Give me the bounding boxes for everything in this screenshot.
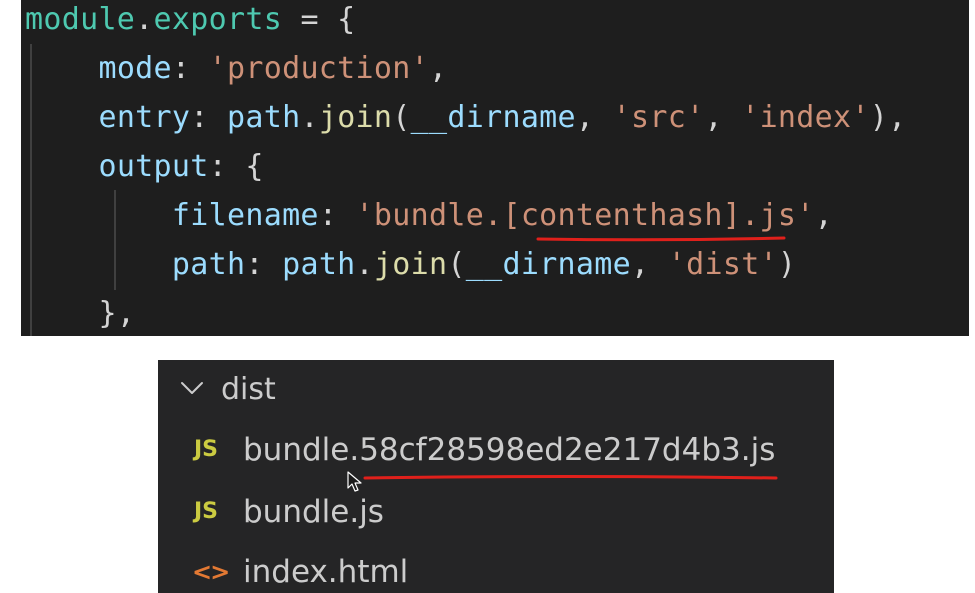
html-file-icon: <>: [192, 558, 230, 586]
token-contenthash: [contenthash]: [502, 198, 742, 233]
token-index-string: 'index': [741, 100, 870, 135]
code-line-2: mode: 'production',: [25, 45, 447, 93]
token-dirname: __dirname: [410, 100, 576, 135]
code-line-1: module.exports = {: [25, 0, 356, 44]
token-exports: exports: [153, 2, 283, 37]
token-output-key: output: [98, 149, 209, 184]
token-dot: .: [135, 2, 154, 37]
file-explorer-snippet: dist JS bundle.58cf28598ed2e217d4b3.js J…: [158, 360, 834, 593]
token-paren-open: (: [392, 100, 411, 135]
token-mode-key: mode: [98, 51, 172, 86]
file-row-bundle[interactable]: JS bundle.js: [158, 482, 834, 542]
js-file-icon: JS: [194, 437, 219, 462]
token-comma: ,: [704, 100, 742, 135]
code-editor-snippet: module.exports = { mode: 'production', e…: [21, 0, 969, 336]
token-comma: ,: [631, 247, 668, 282]
token-path-key: path: [171, 247, 246, 282]
code-line-4: output: {: [25, 143, 264, 191]
token-dist-string: 'dist': [667, 247, 778, 282]
token-colon: :: [190, 100, 227, 135]
contenthash-underline-annotation: [536, 236, 786, 242]
file-row-index-html[interactable]: <> index.html: [158, 542, 834, 593]
chevron-down-icon: [181, 382, 203, 394]
token-colon: :: [208, 149, 246, 184]
token-colon: :: [318, 198, 356, 233]
file-name: bundle.js: [243, 494, 384, 530]
folder-row-dist[interactable]: dist: [158, 360, 834, 420]
token-filename-key: filename: [171, 198, 319, 233]
js-file-icon: JS: [194, 499, 219, 524]
token-paren-close: ),: [869, 100, 907, 135]
token-filename-string-end: .js': [741, 198, 815, 233]
token-dirname: __dirname: [465, 247, 632, 282]
token-module: module: [25, 2, 136, 37]
token-entry-key: entry: [98, 100, 191, 135]
token-dot: .: [355, 247, 374, 282]
token-paren-close: ): [777, 247, 797, 282]
file-name: bundle.58cf28598ed2e217d4b3.js: [243, 432, 776, 468]
file-name: index.html: [243, 554, 409, 590]
token-join-fn: join: [318, 100, 393, 135]
token-colon: :: [245, 247, 283, 282]
code-line-3: entry: path.join(__dirname, 'src', 'inde…: [25, 94, 906, 142]
folder-name: dist: [221, 372, 276, 407]
token-paren-open: (: [447, 247, 466, 282]
token-colon: :: [171, 51, 209, 86]
token-comma: ,: [428, 51, 448, 86]
code-line-6: path: path.join(__dirname, 'dist'): [25, 241, 796, 289]
mouse-pointer-icon: [347, 471, 362, 492]
token-mode-value: 'production': [208, 51, 429, 86]
token-path-object: path: [282, 247, 356, 282]
token-filename-string-start: 'bundle.: [355, 198, 503, 233]
token-join-fn: join: [373, 247, 448, 282]
code-line-7: },: [25, 290, 135, 336]
token-dot: .: [300, 100, 319, 135]
hash-underline-annotation: [363, 475, 778, 480]
token-brace-open: {: [245, 149, 264, 184]
token-path-object: path: [227, 100, 301, 135]
token-comma: ,: [575, 100, 613, 135]
token-src-string: 'src': [612, 100, 705, 135]
token-brace-close: },: [98, 296, 136, 331]
file-row-hashed-bundle[interactable]: JS bundle.58cf28598ed2e217d4b3.js: [158, 420, 834, 480]
token-comma: ,: [814, 198, 833, 233]
token-assign: = {: [282, 2, 356, 37]
code-line-5: filename: 'bundle.[contenthash].js',: [25, 192, 833, 240]
